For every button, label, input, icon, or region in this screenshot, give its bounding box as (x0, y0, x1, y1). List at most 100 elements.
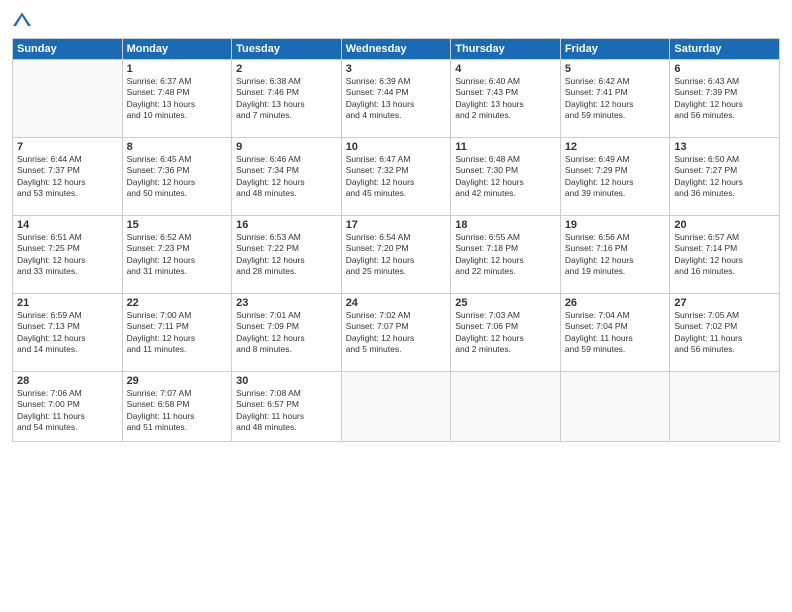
day-info: Sunrise: 6:42 AM Sunset: 7:41 PM Dayligh… (565, 76, 666, 122)
day-number: 2 (236, 63, 337, 75)
day-info: Sunrise: 7:05 AM Sunset: 7:02 PM Dayligh… (674, 310, 775, 356)
week-row-4: 21Sunrise: 6:59 AM Sunset: 7:13 PM Dayli… (13, 294, 780, 372)
logo-icon (12, 10, 32, 30)
day-cell (560, 372, 670, 442)
day-number: 30 (236, 375, 337, 387)
day-cell: 13Sunrise: 6:50 AM Sunset: 7:27 PM Dayli… (670, 138, 780, 216)
day-number: 26 (565, 297, 666, 309)
day-info: Sunrise: 6:56 AM Sunset: 7:16 PM Dayligh… (565, 232, 666, 278)
day-number: 5 (565, 63, 666, 75)
day-number: 22 (127, 297, 228, 309)
day-number: 28 (17, 375, 118, 387)
day-cell: 12Sunrise: 6:49 AM Sunset: 7:29 PM Dayli… (560, 138, 670, 216)
day-info: Sunrise: 7:08 AM Sunset: 6:57 PM Dayligh… (236, 388, 337, 434)
day-info: Sunrise: 6:37 AM Sunset: 7:48 PM Dayligh… (127, 76, 228, 122)
week-row-2: 7Sunrise: 6:44 AM Sunset: 7:37 PM Daylig… (13, 138, 780, 216)
day-info: Sunrise: 7:04 AM Sunset: 7:04 PM Dayligh… (565, 310, 666, 356)
day-cell: 8Sunrise: 6:45 AM Sunset: 7:36 PM Daylig… (122, 138, 232, 216)
day-info: Sunrise: 7:00 AM Sunset: 7:11 PM Dayligh… (127, 310, 228, 356)
day-number: 10 (346, 141, 447, 153)
day-cell: 24Sunrise: 7:02 AM Sunset: 7:07 PM Dayli… (341, 294, 451, 372)
day-number: 8 (127, 141, 228, 153)
day-number: 6 (674, 63, 775, 75)
day-cell: 26Sunrise: 7:04 AM Sunset: 7:04 PM Dayli… (560, 294, 670, 372)
day-number: 12 (565, 141, 666, 153)
day-cell: 17Sunrise: 6:54 AM Sunset: 7:20 PM Dayli… (341, 216, 451, 294)
day-cell: 10Sunrise: 6:47 AM Sunset: 7:32 PM Dayli… (341, 138, 451, 216)
day-info: Sunrise: 6:59 AM Sunset: 7:13 PM Dayligh… (17, 310, 118, 356)
day-cell: 2Sunrise: 6:38 AM Sunset: 7:46 PM Daylig… (232, 60, 342, 138)
week-row-3: 14Sunrise: 6:51 AM Sunset: 7:25 PM Dayli… (13, 216, 780, 294)
week-row-5: 28Sunrise: 7:06 AM Sunset: 7:00 PM Dayli… (13, 372, 780, 442)
day-cell: 11Sunrise: 6:48 AM Sunset: 7:30 PM Dayli… (451, 138, 561, 216)
day-number: 25 (455, 297, 556, 309)
day-info: Sunrise: 6:39 AM Sunset: 7:44 PM Dayligh… (346, 76, 447, 122)
header (12, 10, 780, 30)
day-cell: 19Sunrise: 6:56 AM Sunset: 7:16 PM Dayli… (560, 216, 670, 294)
day-info: Sunrise: 6:51 AM Sunset: 7:25 PM Dayligh… (17, 232, 118, 278)
day-info: Sunrise: 6:54 AM Sunset: 7:20 PM Dayligh… (346, 232, 447, 278)
day-cell: 25Sunrise: 7:03 AM Sunset: 7:06 PM Dayli… (451, 294, 561, 372)
day-cell: 7Sunrise: 6:44 AM Sunset: 7:37 PM Daylig… (13, 138, 123, 216)
day-cell: 18Sunrise: 6:55 AM Sunset: 7:18 PM Dayli… (451, 216, 561, 294)
day-number: 24 (346, 297, 447, 309)
page: SundayMondayTuesdayWednesdayThursdayFrid… (0, 0, 792, 612)
col-header-tuesday: Tuesday (232, 39, 342, 60)
logo (12, 10, 36, 30)
day-cell (451, 372, 561, 442)
calendar-table: SundayMondayTuesdayWednesdayThursdayFrid… (12, 38, 780, 442)
day-info: Sunrise: 6:45 AM Sunset: 7:36 PM Dayligh… (127, 154, 228, 200)
day-number: 4 (455, 63, 556, 75)
day-number: 18 (455, 219, 556, 231)
day-cell: 1Sunrise: 6:37 AM Sunset: 7:48 PM Daylig… (122, 60, 232, 138)
day-info: Sunrise: 7:07 AM Sunset: 6:58 PM Dayligh… (127, 388, 228, 434)
day-number: 13 (674, 141, 775, 153)
day-cell: 16Sunrise: 6:53 AM Sunset: 7:22 PM Dayli… (232, 216, 342, 294)
day-cell: 20Sunrise: 6:57 AM Sunset: 7:14 PM Dayli… (670, 216, 780, 294)
day-cell: 30Sunrise: 7:08 AM Sunset: 6:57 PM Dayli… (232, 372, 342, 442)
day-info: Sunrise: 7:06 AM Sunset: 7:00 PM Dayligh… (17, 388, 118, 434)
day-info: Sunrise: 6:47 AM Sunset: 7:32 PM Dayligh… (346, 154, 447, 200)
day-number: 16 (236, 219, 337, 231)
day-number: 29 (127, 375, 228, 387)
col-header-wednesday: Wednesday (341, 39, 451, 60)
day-cell: 29Sunrise: 7:07 AM Sunset: 6:58 PM Dayli… (122, 372, 232, 442)
day-cell: 27Sunrise: 7:05 AM Sunset: 7:02 PM Dayli… (670, 294, 780, 372)
day-info: Sunrise: 7:03 AM Sunset: 7:06 PM Dayligh… (455, 310, 556, 356)
col-header-friday: Friday (560, 39, 670, 60)
day-number: 27 (674, 297, 775, 309)
day-info: Sunrise: 6:46 AM Sunset: 7:34 PM Dayligh… (236, 154, 337, 200)
day-number: 20 (674, 219, 775, 231)
day-info: Sunrise: 6:52 AM Sunset: 7:23 PM Dayligh… (127, 232, 228, 278)
col-header-monday: Monday (122, 39, 232, 60)
day-cell: 3Sunrise: 6:39 AM Sunset: 7:44 PM Daylig… (341, 60, 451, 138)
day-number: 23 (236, 297, 337, 309)
day-info: Sunrise: 6:38 AM Sunset: 7:46 PM Dayligh… (236, 76, 337, 122)
day-cell: 15Sunrise: 6:52 AM Sunset: 7:23 PM Dayli… (122, 216, 232, 294)
day-cell: 9Sunrise: 6:46 AM Sunset: 7:34 PM Daylig… (232, 138, 342, 216)
day-info: Sunrise: 6:50 AM Sunset: 7:27 PM Dayligh… (674, 154, 775, 200)
day-info: Sunrise: 6:53 AM Sunset: 7:22 PM Dayligh… (236, 232, 337, 278)
day-cell (13, 60, 123, 138)
day-cell: 6Sunrise: 6:43 AM Sunset: 7:39 PM Daylig… (670, 60, 780, 138)
col-header-thursday: Thursday (451, 39, 561, 60)
day-info: Sunrise: 6:57 AM Sunset: 7:14 PM Dayligh… (674, 232, 775, 278)
day-info: Sunrise: 7:01 AM Sunset: 7:09 PM Dayligh… (236, 310, 337, 356)
day-number: 14 (17, 219, 118, 231)
day-cell: 14Sunrise: 6:51 AM Sunset: 7:25 PM Dayli… (13, 216, 123, 294)
day-number: 19 (565, 219, 666, 231)
day-number: 11 (455, 141, 556, 153)
day-info: Sunrise: 6:43 AM Sunset: 7:39 PM Dayligh… (674, 76, 775, 122)
day-number: 9 (236, 141, 337, 153)
day-number: 7 (17, 141, 118, 153)
day-number: 17 (346, 219, 447, 231)
day-number: 15 (127, 219, 228, 231)
day-cell: 4Sunrise: 6:40 AM Sunset: 7:43 PM Daylig… (451, 60, 561, 138)
day-cell (670, 372, 780, 442)
day-info: Sunrise: 6:48 AM Sunset: 7:30 PM Dayligh… (455, 154, 556, 200)
col-header-sunday: Sunday (13, 39, 123, 60)
day-info: Sunrise: 6:40 AM Sunset: 7:43 PM Dayligh… (455, 76, 556, 122)
day-info: Sunrise: 7:02 AM Sunset: 7:07 PM Dayligh… (346, 310, 447, 356)
day-cell (341, 372, 451, 442)
day-info: Sunrise: 6:44 AM Sunset: 7:37 PM Dayligh… (17, 154, 118, 200)
